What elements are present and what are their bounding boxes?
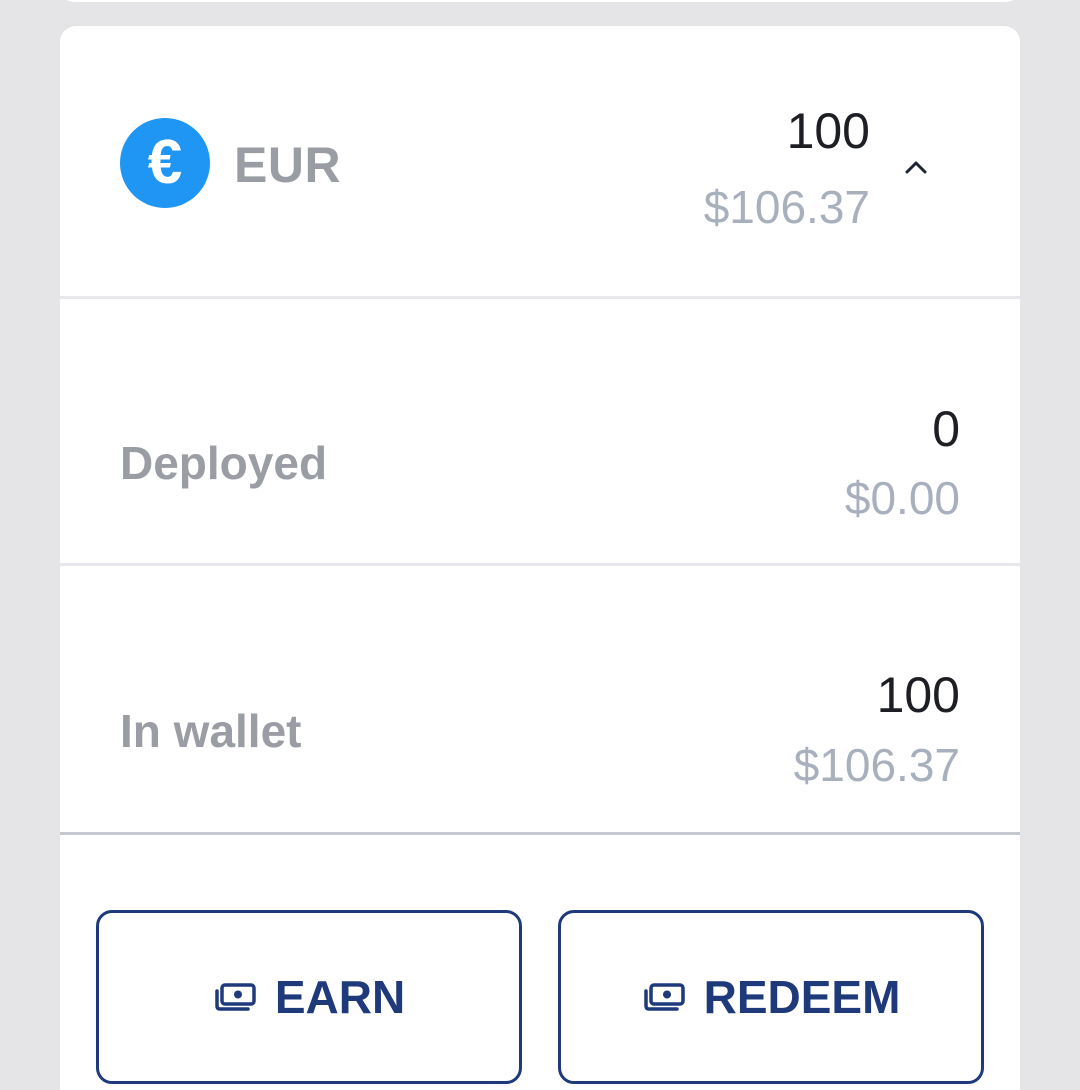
asset-usd-value: $106.37 (703, 181, 870, 233)
previous-card-edge (60, 0, 1020, 2)
actions-row: EARN REDEEM (60, 835, 1020, 1090)
asset-amount: 100 (786, 103, 870, 159)
in-wallet-label: In wallet (120, 705, 302, 757)
asset-card: € EUR 100 $106.37 Deployed 0 $0.00 In wa… (60, 26, 1020, 1090)
deployed-label: Deployed (120, 437, 328, 489)
earn-button-label: EARN (274, 971, 406, 1023)
euro-icon: € (120, 118, 210, 208)
deployed-usd-value: $0.00 (844, 472, 960, 524)
redeem-button-label: REDEEM (703, 971, 901, 1023)
deployed-amount: 0 (932, 401, 960, 457)
money-stack-icon (213, 982, 257, 1012)
in-wallet-amount: 100 (876, 667, 960, 723)
in-wallet-usd-value: $106.37 (793, 739, 960, 791)
money-stack-icon (642, 982, 686, 1012)
redeem-button[interactable]: REDEEM (558, 910, 984, 1084)
asset-header-row[interactable]: € EUR 100 $106.37 (60, 26, 1020, 299)
in-wallet-row: In wallet 100 $106.37 (60, 566, 1020, 835)
deployed-row: Deployed 0 $0.00 (60, 299, 1020, 566)
earn-button[interactable]: EARN (96, 910, 522, 1084)
asset-symbol: EUR (234, 137, 342, 193)
chevron-up-icon[interactable] (902, 153, 930, 181)
